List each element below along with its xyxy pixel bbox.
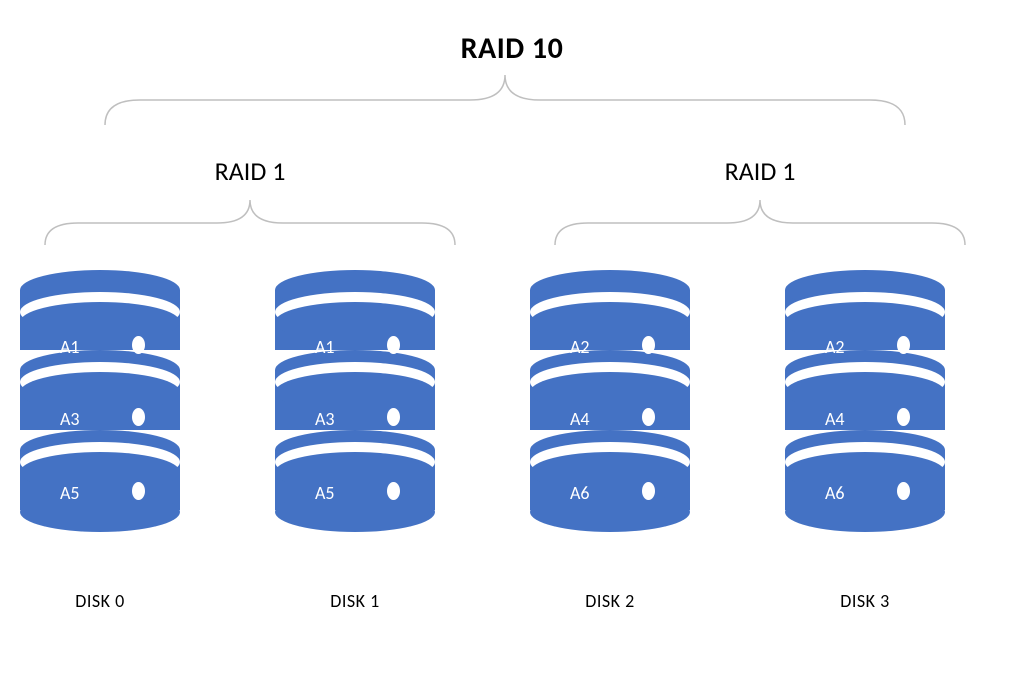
disk-indicator-icon [642, 408, 655, 426]
disk-1: A1 A3 A5 [275, 270, 435, 530]
disk-indicator-icon [132, 408, 145, 426]
disk-2: A2 A4 A6 [530, 270, 690, 530]
segment-label: A2 [825, 336, 845, 358]
disk-indicator-icon [132, 336, 145, 354]
bracket-top [100, 70, 910, 130]
disk-indicator-icon [642, 336, 655, 354]
segment-label: A6 [825, 482, 845, 504]
disk-indicator-icon [387, 336, 400, 354]
segment-label: A5 [60, 482, 80, 504]
disk-0: A1 A3 A5 [20, 270, 180, 530]
segment-label: A2 [570, 336, 590, 358]
cylinder-icon: A2 A4 A6 [530, 270, 690, 530]
disk-indicator-icon [387, 408, 400, 426]
diagram-title: RAID 10 [0, 30, 1024, 67]
segment-label: A6 [570, 482, 590, 504]
disk-3-label: DISK 3 [785, 590, 945, 612]
disk-indicator-icon [897, 336, 910, 354]
disk-indicator-icon [897, 408, 910, 426]
bracket-right [550, 195, 970, 250]
segment-label: A1 [315, 336, 335, 358]
segment-label: A4 [570, 408, 590, 430]
disk-1-label: DISK 1 [275, 590, 435, 612]
segment-label: A4 [825, 408, 845, 430]
segment-label: A5 [315, 482, 335, 504]
diagram-canvas: RAID 10 RAID 1 RAID 1 A1 A3 [0, 0, 1024, 684]
subgroup-label-left: RAID 1 [130, 155, 370, 187]
disk-3: A2 A4 A6 [785, 270, 945, 530]
disk-indicator-icon [132, 482, 145, 500]
disk-0-label: DISK 0 [20, 590, 180, 612]
disk-indicator-icon [897, 482, 910, 500]
bracket-left [40, 195, 460, 250]
cylinder-icon: A1 A3 A5 [275, 270, 435, 530]
cylinder-icon: A2 A4 A6 [785, 270, 945, 530]
disk-indicator-icon [387, 482, 400, 500]
segment-label: A3 [60, 408, 80, 430]
disk-indicator-icon [642, 482, 655, 500]
segment-label: A1 [60, 336, 80, 358]
subgroup-label-right: RAID 1 [640, 155, 880, 187]
segment-label: A3 [315, 408, 335, 430]
disk-2-label: DISK 2 [530, 590, 690, 612]
cylinder-icon: A1 A3 A5 [20, 270, 180, 530]
